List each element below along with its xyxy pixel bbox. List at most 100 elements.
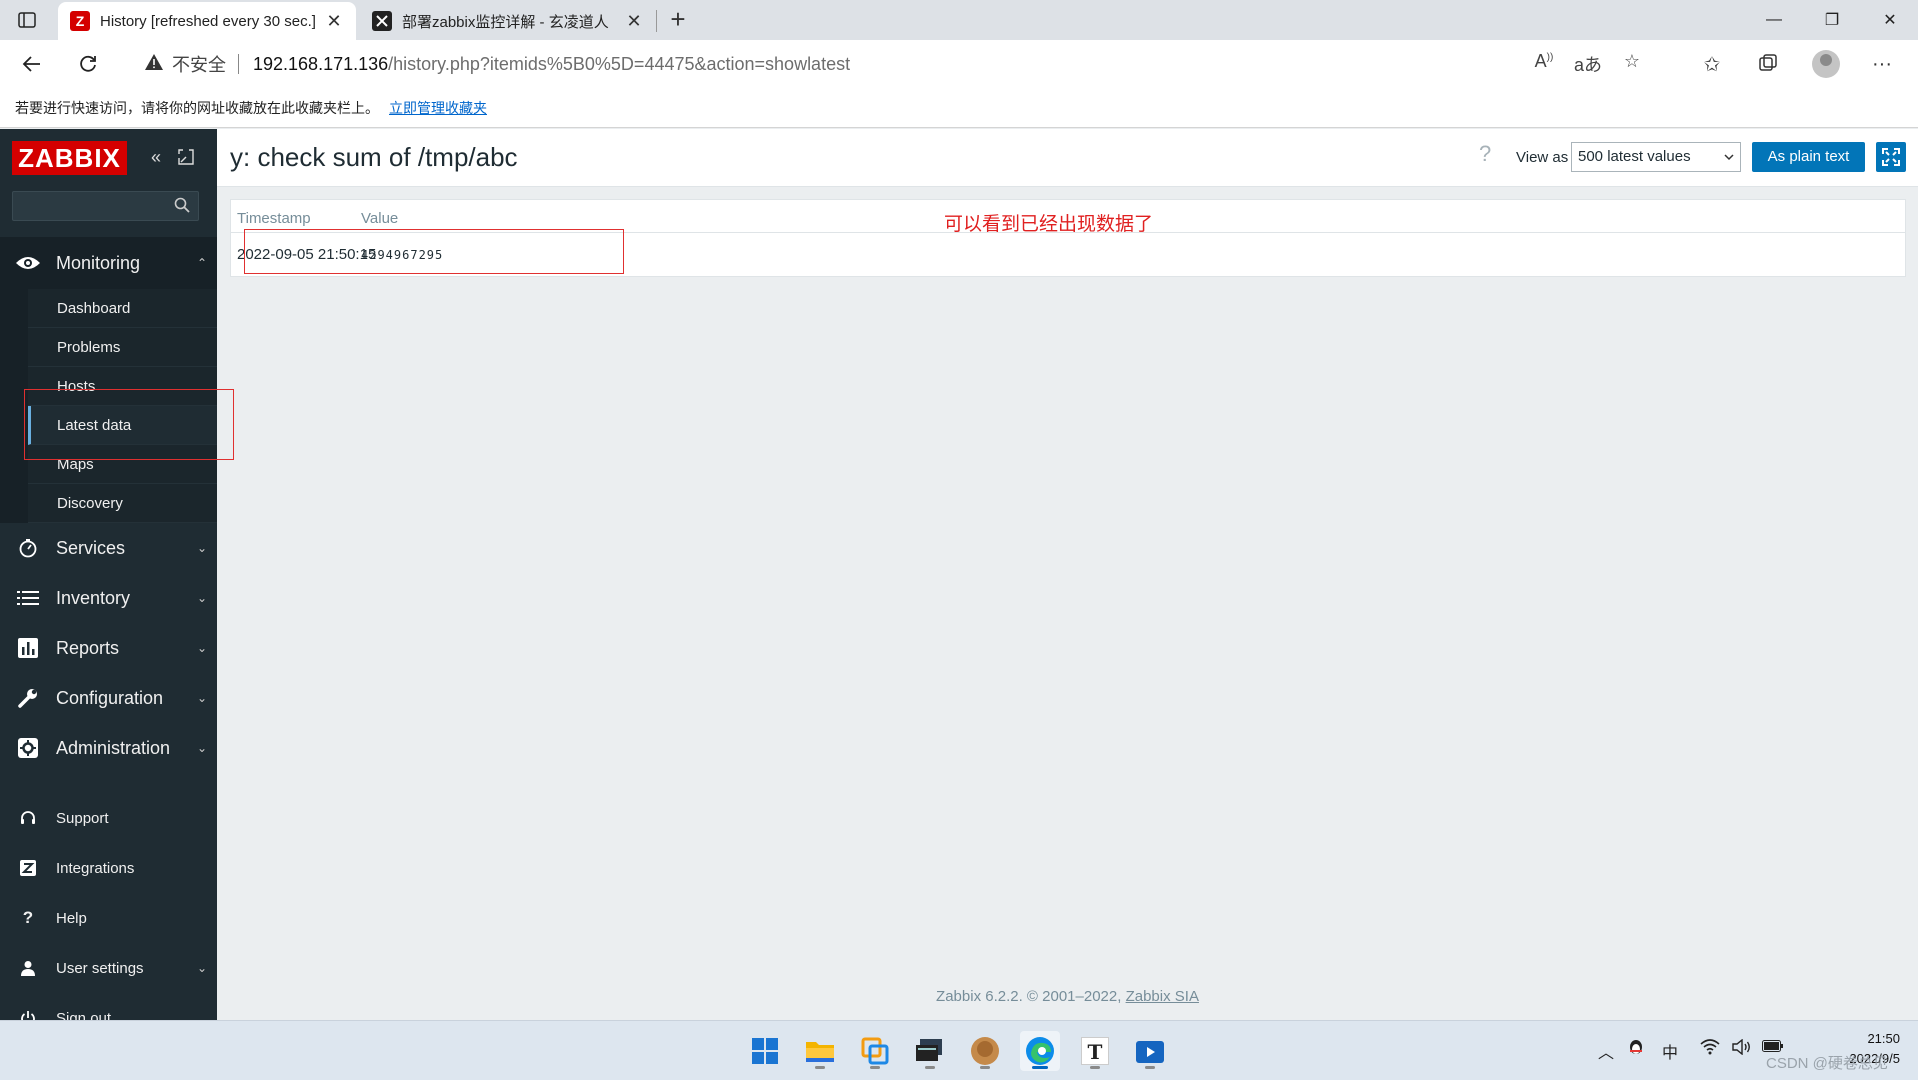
read-aloud-icon[interactable]: A)) <box>1522 51 1566 77</box>
hide-sidebar-icon[interactable] <box>175 145 197 169</box>
profile-icon[interactable] <box>1808 48 1844 80</box>
collections-icon[interactable] <box>1750 48 1786 80</box>
sidebar-search-input[interactable] <box>12 191 199 221</box>
zabbix-main: y: check sum of /tmp/abc ? View as 500 l… <box>217 129 1918 1020</box>
main-menu: Monitoring ⌃ Dashboard Problems Hosts La… <box>0 237 217 773</box>
as-plain-text-button[interactable]: As plain text <box>1752 142 1865 172</box>
footer-company-link[interactable]: Zabbix SIA <box>1126 988 1199 1005</box>
close-tab-icon[interactable]: ✕ <box>624 11 644 32</box>
refresh-button[interactable] <box>70 48 106 80</box>
headset-icon <box>0 810 56 826</box>
submenu-dashboard[interactable]: Dashboard <box>28 289 217 328</box>
windows-taskbar: T ︿ 中 21:50 2022/9/5 <box>0 1020 1918 1080</box>
page-footer: Zabbix 6.2.2. © 2001–2022, Zabbix SIA <box>217 988 1918 1005</box>
ime-indicator[interactable]: 中 <box>1662 1039 1678 1063</box>
wrench-icon <box>0 688 56 708</box>
view-as-select[interactable]: 500 latest values <box>1571 142 1741 172</box>
view-as-label: View as <box>1516 149 1569 166</box>
close-window-button[interactable]: ✕ <box>1862 0 1918 40</box>
page-title: y: check sum of /tmp/abc <box>230 142 518 172</box>
menu-label: Services <box>56 537 126 558</box>
qq-tray-icon[interactable] <box>1628 1039 1644 1062</box>
warning-icon[interactable] <box>144 53 164 76</box>
column-header-timestamp[interactable]: Timestamp <box>237 210 311 227</box>
favorites-message: 若要进行快速访问，请将你的网址收藏放在此收藏夹栏上。 <box>15 99 379 116</box>
back-button[interactable] <box>14 48 50 80</box>
zabbix-favicon-icon: Z <box>70 11 90 31</box>
manage-favorites-link[interactable]: 立即管理收藏夹 <box>389 98 487 118</box>
menu-label: Inventory <box>56 587 131 608</box>
menu-services[interactable]: Services ⌄ <box>0 523 217 573</box>
menu-user-settings[interactable]: User settings ⌄ <box>0 943 217 993</box>
bar-chart-icon <box>0 638 56 658</box>
help-icon[interactable]: ? <box>1479 141 1491 167</box>
menu-label: Help <box>56 909 87 927</box>
security-label[interactable]: 不安全 <box>172 51 226 77</box>
eye-icon <box>0 255 56 271</box>
site-favicon-icon <box>372 11 392 31</box>
chevron-down-icon: ⌄ <box>196 541 208 555</box>
file-explorer-icon[interactable] <box>800 1031 840 1071</box>
menu-inventory[interactable]: Inventory ⌄ <box>0 573 217 623</box>
clock-time: 21:50 <box>1867 1031 1900 1046</box>
fullscreen-button[interactable] <box>1876 142 1906 172</box>
more-icon[interactable]: ··· <box>1864 48 1900 80</box>
menu-integrations[interactable]: Integrations <box>0 843 217 893</box>
terminal-icon[interactable] <box>910 1031 950 1071</box>
zabbix-logo[interactable]: ZABBIX <box>12 141 127 175</box>
chevron-down-icon: ⌄ <box>196 641 208 655</box>
zabbix-sidebar: ZABBIX « Monitoring ⌃ Dashboard Problems… <box>0 129 217 1027</box>
edge-icon[interactable] <box>1020 1031 1060 1071</box>
submenu-problems[interactable]: Problems <box>28 328 217 367</box>
menu-monitoring[interactable]: Monitoring ⌃ <box>0 237 217 289</box>
menu-administration[interactable]: Administration ⌄ <box>0 723 217 773</box>
question-icon: ? <box>22 908 34 927</box>
favorites-bar: 若要进行快速访问，请将你的网址收藏放在此收藏夹栏上。 立即管理收藏夹 <box>0 88 1918 128</box>
url-host: 192.168.171.136 <box>253 53 389 74</box>
column-header-value[interactable]: Value <box>361 210 398 227</box>
typora-icon[interactable]: T <box>1075 1031 1115 1071</box>
tab-title: History [refreshed every 30 sec.] <box>100 12 316 30</box>
url-separator <box>238 54 239 74</box>
favorites-icon[interactable]: ✩ <box>1694 48 1730 80</box>
chevron-up-icon[interactable]: ︿ <box>1598 1039 1614 1063</box>
start-icon[interactable] <box>745 1031 785 1071</box>
restore-button[interactable]: ❐ <box>1804 0 1860 40</box>
menu-label: Integrations <box>56 859 135 877</box>
fullscreen-icon <box>1882 148 1900 166</box>
workspaces-icon[interactable] <box>14 8 40 32</box>
menu-help[interactable]: ? Help <box>0 893 217 943</box>
menu-label: Administration <box>56 737 171 758</box>
menu-reports[interactable]: Reports ⌄ <box>0 623 217 673</box>
submenu-discovery[interactable]: Discovery <box>28 484 217 523</box>
browser-tab-bar: Z History [refreshed every 30 sec.] ✕ 部署… <box>0 0 1918 40</box>
gear-icon <box>0 738 56 758</box>
volume-icon[interactable] <box>1732 1038 1752 1060</box>
tab-history[interactable]: Z History [refreshed every 30 sec.] ✕ <box>58 2 356 40</box>
media-icon[interactable] <box>1130 1031 1170 1071</box>
view-as-value: 500 latest values <box>1578 148 1691 165</box>
clock-icon <box>0 538 56 558</box>
collapse-sidebar-icon[interactable]: « <box>145 145 167 169</box>
menu-support[interactable]: Support <box>0 793 217 843</box>
wifi-icon[interactable] <box>1700 1039 1720 1060</box>
menu-label: Reports <box>56 637 120 658</box>
annotation-box-latest-data <box>24 389 234 460</box>
add-favorite-icon[interactable]: ☆ <box>1610 51 1654 77</box>
user-icon <box>0 960 56 976</box>
menu-label: Support <box>56 809 109 827</box>
minimize-button[interactable]: — <box>1746 0 1802 40</box>
close-tab-icon[interactable]: ✕ <box>324 11 344 32</box>
tab-blog[interactable]: 部署zabbix监控详解 - 玄凌道人 ✕ <box>360 2 656 40</box>
menu-label: Configuration <box>56 687 164 708</box>
menu-configuration[interactable]: Configuration ⌄ <box>0 673 217 723</box>
address-bar[interactable]: 不安全 192.168.171.136 /history.php?itemids… <box>124 45 1654 83</box>
bottom-menu: Support Integrations ? Help User setting… <box>0 793 217 1043</box>
new-tab-button[interactable]: + <box>664 6 692 34</box>
search-icon[interactable] <box>174 197 190 213</box>
zabbix-z-icon <box>0 860 56 876</box>
qq-icon[interactable] <box>965 1031 1005 1071</box>
tab-title: 部署zabbix监控详解 - 玄凌道人 <box>402 13 609 31</box>
vmware-icon[interactable] <box>855 1031 895 1071</box>
translate-icon[interactable]: aあ <box>1566 51 1610 77</box>
